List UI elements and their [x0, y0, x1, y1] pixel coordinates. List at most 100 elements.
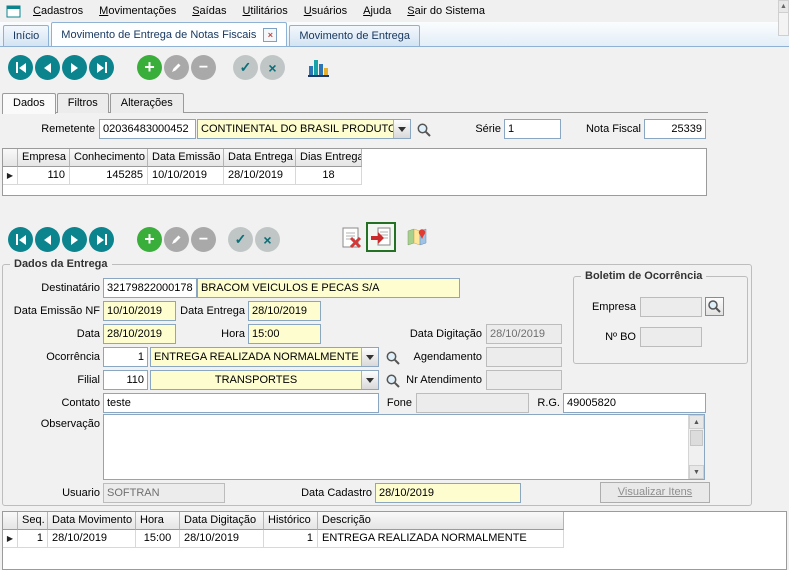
remetente-search-button[interactable] [414, 120, 433, 139]
serie-input[interactable] [504, 119, 561, 139]
map-button[interactable] [404, 225, 430, 249]
ocorrencia-code-input[interactable] [103, 347, 148, 367]
menu-usuarios[interactable]: Usuários [296, 0, 355, 22]
observacao-scrollbar[interactable]: ▲ ▼ [688, 415, 704, 479]
filial-combo[interactable]: TRANSPORTES [150, 370, 379, 390]
data-digitacao-label: Data Digitação [388, 324, 482, 344]
menu-movimentacoes[interactable]: Movimentações [91, 0, 184, 22]
table-row[interactable]: ▶ 1 28/10/2019 15:00 28/10/2019 1 ENTREG… [3, 530, 786, 548]
column-header-data-movimento[interactable]: Data Movimento [48, 512, 136, 530]
chart-button[interactable] [303, 53, 331, 81]
app-window: Cadastros Movimentações Saídas Utilitári… [0, 0, 789, 570]
chevron-down-icon[interactable] [393, 120, 410, 138]
app-icon [6, 5, 21, 18]
header-filler [564, 512, 786, 530]
column-header-seq[interactable]: Seq. [18, 512, 48, 530]
scroll-up-icon[interactable]: ▲ [779, 1, 788, 13]
rg-label: R.G. [522, 393, 560, 413]
usuario-label: Usuario [8, 483, 100, 503]
cancel-button[interactable]: × [260, 55, 285, 80]
column-header-dias-entrega[interactable]: Dias Entrega [296, 149, 362, 167]
nav-prev-button[interactable] [35, 55, 60, 80]
close-icon[interactable]: × [263, 28, 277, 42]
cell-data-movimento: 28/10/2019 [48, 530, 136, 548]
hora-input[interactable] [248, 324, 321, 344]
remetente-combo[interactable]: CONTINENTAL DO BRASIL PRODUTOS A [197, 119, 411, 139]
column-header-data-entrega[interactable]: Data Entrega [224, 149, 296, 167]
column-header-empresa[interactable]: Empresa [18, 149, 70, 167]
movimentos-grid[interactable]: Seq. Data Movimento Hora Data Digitação … [2, 511, 787, 570]
detail-nav-first-button[interactable] [8, 227, 33, 252]
menu-utilitarios[interactable]: Utilitários [234, 0, 295, 22]
rg-input[interactable] [563, 393, 706, 413]
menu-sair-do-sistema[interactable]: Sair do Sistema [399, 0, 493, 22]
tab-movimento-entrega-notas-fiscais[interactable]: Movimento de Entrega de Notas Fiscais × [51, 22, 287, 46]
column-header-descricao[interactable]: Descrição [318, 512, 564, 530]
boletim-nbo-input [640, 327, 702, 347]
data-input[interactable] [103, 324, 176, 344]
nota-fiscal-input[interactable] [644, 119, 706, 139]
boletim-empresa-search-button[interactable] [705, 297, 724, 316]
ocorrencia-combo[interactable]: ENTREGA REALIZADA NORMALMENTE [150, 347, 379, 367]
column-header-historico[interactable]: Histórico [264, 512, 318, 530]
detail-add-button[interactable]: + [137, 227, 162, 252]
menu-cadastros[interactable]: Cadastros [25, 0, 91, 22]
window-scrollbar[interactable]: ▲ [778, 0, 789, 36]
add-button[interactable]: + [137, 55, 162, 80]
tab-dados[interactable]: Dados [2, 93, 56, 114]
scroll-down-icon[interactable]: ▼ [689, 465, 704, 479]
filial-code-input[interactable] [103, 370, 148, 390]
remetente-label: Remetente [8, 119, 95, 139]
detail-edit-button[interactable] [164, 227, 189, 252]
destinatario-name-input[interactable] [197, 278, 460, 298]
detail-nav-last-button[interactable] [89, 227, 114, 252]
nav-last-button[interactable] [89, 55, 114, 80]
column-header-data-digitacao[interactable]: Data Digitação [180, 512, 264, 530]
nr-atendimento-input [486, 370, 562, 390]
chevron-down-icon[interactable] [361, 348, 378, 366]
row-marker-icon: ▶ [3, 167, 18, 185]
agendamento-input [486, 347, 562, 367]
destinatario-code-input[interactable] [103, 278, 197, 298]
menu-ajuda[interactable]: Ajuda [355, 0, 399, 22]
menu-saidas[interactable]: Saídas [184, 0, 234, 22]
contato-input[interactable] [103, 393, 379, 413]
observacao-field: ▲ ▼ [103, 414, 705, 480]
column-header-conhecimento[interactable]: Conhecimento [70, 149, 148, 167]
data-cadastro-label: Data Cadastro [293, 483, 372, 503]
cancel-occurrence-button[interactable] [337, 224, 365, 252]
fone-input [416, 393, 529, 413]
tab-alteracoes[interactable]: Alterações [110, 93, 184, 113]
import-occurrence-button[interactable] [366, 222, 396, 252]
detail-nav-next-button[interactable] [62, 227, 87, 252]
chevron-down-icon[interactable] [361, 371, 378, 389]
confirm-button[interactable]: ✓ [233, 55, 258, 80]
tab-filtros[interactable]: Filtros [57, 93, 109, 113]
grid-header-row: Seq. Data Movimento Hora Data Digitação … [3, 512, 786, 530]
delete-button[interactable]: − [191, 55, 216, 80]
ocorrencia-label: Ocorrência [8, 347, 100, 367]
remetente-code-input[interactable] [99, 119, 196, 139]
table-row[interactable]: ▶ 110 145285 10/10/2019 28/10/2019 18 [3, 167, 706, 185]
detail-delete-button[interactable]: − [191, 227, 216, 252]
observacao-textarea[interactable] [104, 415, 688, 479]
detail-confirm-button[interactable]: ✓ [228, 227, 253, 252]
scroll-up-icon[interactable]: ▲ [689, 415, 704, 429]
scroll-thumb[interactable] [690, 430, 703, 446]
detail-nav-prev-button[interactable] [35, 227, 60, 252]
data-cadastro-input[interactable] [375, 483, 521, 503]
cell-data-entrega: 28/10/2019 [224, 167, 296, 185]
data-emissao-nf-input[interactable] [103, 301, 176, 321]
data-entrega-input[interactable] [248, 301, 321, 321]
tab-movimento-entrega[interactable]: Movimento de Entrega [289, 25, 420, 46]
column-header-data-emissao[interactable]: Data Emissão [148, 149, 224, 167]
column-header-hora[interactable]: Hora [136, 512, 180, 530]
tab-inicio[interactable]: Início [3, 25, 49, 46]
nav-first-button[interactable] [8, 55, 33, 80]
menu-bar: Cadastros Movimentações Saídas Utilitári… [0, 0, 789, 22]
edit-button[interactable] [164, 55, 189, 80]
nav-next-button[interactable] [62, 55, 87, 80]
detail-cancel-button[interactable]: × [255, 227, 280, 252]
conhecimento-grid[interactable]: Empresa Conhecimento Data Emissão Data E… [2, 148, 707, 196]
cell-descricao: ENTREGA REALIZADA NORMALMENTE [318, 530, 564, 548]
